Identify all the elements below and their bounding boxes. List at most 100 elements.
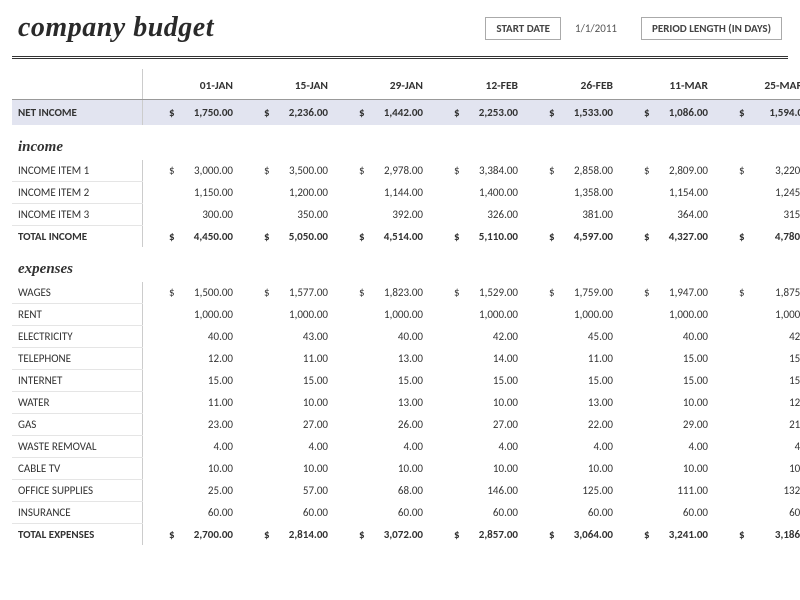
- cell[interactable]: 42.: [712, 326, 800, 348]
- cell[interactable]: $3,384.00: [427, 160, 522, 182]
- cell[interactable]: 4.00: [617, 436, 712, 458]
- cell[interactable]: 10.00: [617, 458, 712, 480]
- cell[interactable]: 392.00: [332, 204, 427, 226]
- cell[interactable]: 12.: [712, 392, 800, 414]
- cell[interactable]: 132.: [712, 480, 800, 502]
- cell[interactable]: 26.00: [332, 414, 427, 436]
- start-date-value[interactable]: 1/1/2011: [569, 22, 623, 35]
- cell[interactable]: 1,400.00: [427, 182, 522, 204]
- cell[interactable]: $1,823.00: [332, 282, 427, 304]
- cell[interactable]: $2,978.00: [332, 160, 427, 182]
- cell[interactable]: 25.00: [142, 480, 237, 502]
- cell[interactable]: 10.00: [617, 392, 712, 414]
- cell[interactable]: 13.00: [522, 392, 617, 414]
- cell[interactable]: 10.00: [237, 392, 332, 414]
- cell[interactable]: 146.00: [427, 480, 522, 502]
- cell[interactable]: 40.00: [142, 326, 237, 348]
- cell[interactable]: $1,759.00: [522, 282, 617, 304]
- cell[interactable]: 4.00: [237, 436, 332, 458]
- cell[interactable]: $1,529.00: [427, 282, 522, 304]
- cell[interactable]: $4,514.00: [332, 226, 427, 248]
- cell[interactable]: 11.00: [237, 348, 332, 370]
- cell[interactable]: 1,154.00: [617, 182, 712, 204]
- cell[interactable]: 1,000.00: [522, 304, 617, 326]
- cell[interactable]: 15.00: [142, 370, 237, 392]
- cell[interactable]: $1,533.00: [522, 100, 617, 126]
- cell[interactable]: 10.00: [427, 392, 522, 414]
- cell[interactable]: 1,150.00: [142, 182, 237, 204]
- cell[interactable]: $4,780.: [712, 226, 800, 248]
- cell[interactable]: 27.00: [237, 414, 332, 436]
- cell[interactable]: 40.00: [332, 326, 427, 348]
- cell[interactable]: 23.00: [142, 414, 237, 436]
- cell[interactable]: 300.00: [142, 204, 237, 226]
- cell[interactable]: 11.00: [522, 348, 617, 370]
- cell[interactable]: 1,144.00: [332, 182, 427, 204]
- cell[interactable]: $3,241.00: [617, 524, 712, 546]
- cell[interactable]: 381.00: [522, 204, 617, 226]
- cell[interactable]: 15.00: [617, 370, 712, 392]
- cell[interactable]: $3,000.00: [142, 160, 237, 182]
- cell[interactable]: 10.00: [522, 458, 617, 480]
- cell[interactable]: $4,327.00: [617, 226, 712, 248]
- cell[interactable]: 15.00: [522, 370, 617, 392]
- cell[interactable]: $1,577.00: [237, 282, 332, 304]
- cell[interactable]: $3,186.: [712, 524, 800, 546]
- cell[interactable]: $2,253.00: [427, 100, 522, 126]
- cell[interactable]: $1,750.00: [142, 100, 237, 126]
- cell[interactable]: 40.00: [617, 326, 712, 348]
- cell[interactable]: 315.: [712, 204, 800, 226]
- cell[interactable]: 4.00: [142, 436, 237, 458]
- cell[interactable]: 10.00: [332, 458, 427, 480]
- cell[interactable]: $5,110.00: [427, 226, 522, 248]
- cell[interactable]: 15.00: [237, 370, 332, 392]
- cell[interactable]: $3,220.: [712, 160, 800, 182]
- cell[interactable]: 1,000.00: [617, 304, 712, 326]
- cell[interactable]: 4.00: [332, 436, 427, 458]
- cell[interactable]: 326.00: [427, 204, 522, 226]
- cell[interactable]: 1,000.00: [237, 304, 332, 326]
- cell[interactable]: $4,597.00: [522, 226, 617, 248]
- cell[interactable]: 111.00: [617, 480, 712, 502]
- cell[interactable]: 13.00: [332, 348, 427, 370]
- cell[interactable]: 57.00: [237, 480, 332, 502]
- cell[interactable]: 350.00: [237, 204, 332, 226]
- cell[interactable]: $2,809.00: [617, 160, 712, 182]
- cell[interactable]: 15.: [712, 370, 800, 392]
- cell[interactable]: 15.00: [617, 348, 712, 370]
- cell[interactable]: 15.00: [332, 370, 427, 392]
- cell[interactable]: $2,700.00: [142, 524, 237, 546]
- cell[interactable]: $2,236.00: [237, 100, 332, 126]
- cell[interactable]: $1,086.00: [617, 100, 712, 126]
- cell[interactable]: 14.00: [427, 348, 522, 370]
- cell[interactable]: 42.00: [427, 326, 522, 348]
- cell[interactable]: 1,000.: [712, 304, 800, 326]
- cell[interactable]: 1,000.00: [142, 304, 237, 326]
- cell[interactable]: 364.00: [617, 204, 712, 226]
- cell[interactable]: $1,594.0: [712, 100, 800, 126]
- cell[interactable]: 10.00: [237, 458, 332, 480]
- cell[interactable]: 60.: [712, 502, 800, 524]
- cell[interactable]: 1,200.00: [237, 182, 332, 204]
- cell[interactable]: 60.00: [142, 502, 237, 524]
- cell[interactable]: $2,814.00: [237, 524, 332, 546]
- cell[interactable]: 1,358.00: [522, 182, 617, 204]
- cell[interactable]: 60.00: [617, 502, 712, 524]
- cell[interactable]: 4.00: [522, 436, 617, 458]
- cell[interactable]: $1,875.: [712, 282, 800, 304]
- cell[interactable]: 11.00: [142, 392, 237, 414]
- cell[interactable]: 27.00: [427, 414, 522, 436]
- cell[interactable]: 21.: [712, 414, 800, 436]
- cell[interactable]: 4.00: [427, 436, 522, 458]
- cell[interactable]: 15.00: [427, 370, 522, 392]
- cell[interactable]: $1,442.00: [332, 100, 427, 126]
- cell[interactable]: 10.: [712, 458, 800, 480]
- cell[interactable]: 10.00: [142, 458, 237, 480]
- cell[interactable]: 45.00: [522, 326, 617, 348]
- cell[interactable]: 125.00: [522, 480, 617, 502]
- cell[interactable]: 1,000.00: [332, 304, 427, 326]
- cell[interactable]: 1,000.00: [427, 304, 522, 326]
- cell[interactable]: $3,064.00: [522, 524, 617, 546]
- cell[interactable]: $4,450.00: [142, 226, 237, 248]
- cell[interactable]: 60.00: [332, 502, 427, 524]
